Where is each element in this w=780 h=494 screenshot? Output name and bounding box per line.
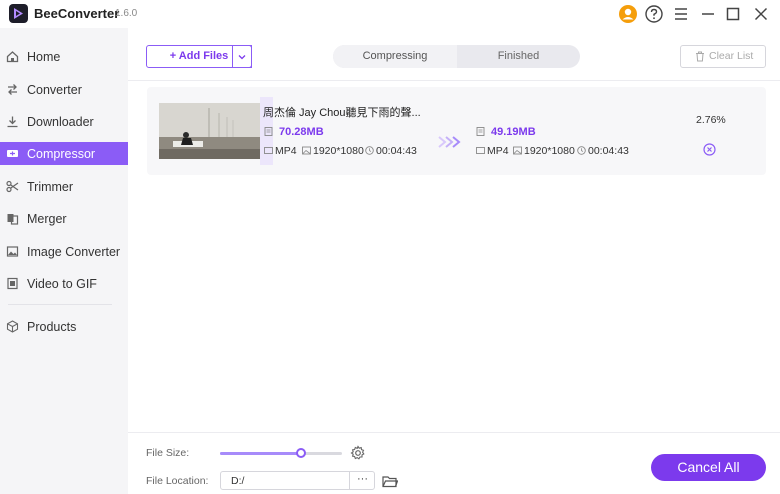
convert-arrow-icon bbox=[438, 136, 461, 148]
file-size-label: File Size: bbox=[146, 447, 190, 459]
gear-icon[interactable] bbox=[350, 445, 366, 461]
file-icon bbox=[264, 127, 273, 136]
user-icon[interactable] bbox=[618, 4, 638, 24]
sidebar: Home Converter Downloader Compressor Tri… bbox=[0, 28, 128, 494]
sidebar-item-compressor[interactable]: Compressor bbox=[0, 142, 128, 165]
sidebar-item-label: Downloader bbox=[27, 115, 94, 129]
menu-icon[interactable] bbox=[671, 4, 691, 24]
source-resolution: 1920*1080 bbox=[313, 145, 364, 157]
home-icon bbox=[6, 51, 19, 63]
file-location-value: D:/ bbox=[231, 475, 245, 487]
cube-icon bbox=[6, 320, 19, 333]
sidebar-item-home[interactable]: Home bbox=[0, 45, 128, 68]
add-files-label: + Add Files bbox=[169, 50, 229, 62]
output-format: MP4 bbox=[487, 145, 509, 157]
slider-handle[interactable] bbox=[295, 448, 306, 458]
add-files-dropdown[interactable] bbox=[232, 45, 252, 68]
sidebar-item-label: Trimmer bbox=[27, 180, 74, 194]
sidebar-divider bbox=[8, 304, 112, 305]
progress-percent: 2.76% bbox=[696, 114, 726, 126]
file-item-card: 周杰倫 Jay Chou聽見下雨的聲... 70.28MB MP4 1920*1… bbox=[147, 87, 766, 175]
cancel-all-button[interactable]: Cancel All bbox=[651, 454, 766, 481]
chevron-down-icon bbox=[238, 55, 246, 60]
download-icon bbox=[7, 116, 18, 128]
resolution-icon bbox=[302, 146, 311, 155]
minimize-icon[interactable] bbox=[698, 4, 718, 24]
folder-icon[interactable] bbox=[382, 474, 398, 488]
sidebar-item-merger[interactable]: Merger bbox=[0, 207, 128, 230]
file-title: 周杰倫 Jay Chou聽見下雨的聲... bbox=[263, 107, 421, 119]
sidebar-item-label: Home bbox=[27, 50, 61, 64]
trash-icon bbox=[696, 51, 704, 62]
cancel-item-icon[interactable] bbox=[703, 143, 716, 156]
clock-icon bbox=[365, 146, 374, 155]
tab-finished[interactable]: Finished bbox=[457, 45, 580, 68]
sidebar-item-video-to-gif[interactable]: Video to GIF bbox=[0, 272, 128, 295]
sidebar-item-label: Compressor bbox=[27, 147, 96, 161]
sidebar-item-label: Converter bbox=[27, 83, 82, 97]
app-version: 1.6.0 bbox=[115, 8, 138, 19]
toolbar-divider bbox=[128, 80, 780, 81]
help-icon[interactable] bbox=[644, 4, 664, 24]
sidebar-item-label: Video to GIF bbox=[27, 277, 97, 291]
clear-list-label: Clear List bbox=[709, 50, 754, 62]
merge-icon bbox=[7, 214, 19, 225]
sidebar-item-trimmer[interactable]: Trimmer bbox=[0, 175, 128, 198]
file-location-input[interactable]: D:/ ··· bbox=[220, 471, 375, 490]
app-window: BeeConverter 1.6.0 Home Converter Downlo… bbox=[0, 0, 780, 494]
sidebar-item-products[interactable]: Products bbox=[0, 315, 128, 338]
output-duration: 00:04:43 bbox=[588, 145, 629, 157]
sidebar-item-converter[interactable]: Converter bbox=[0, 78, 128, 101]
main-panel: + Add Files Compressing Finished Clear L… bbox=[128, 28, 780, 494]
maximize-icon[interactable] bbox=[723, 4, 743, 24]
image-icon bbox=[6, 246, 19, 257]
sidebar-item-label: Image Converter bbox=[27, 245, 121, 259]
sidebar-item-label: Merger bbox=[27, 212, 67, 226]
clear-list-button[interactable]: Clear List bbox=[680, 45, 766, 68]
gif-icon bbox=[7, 277, 18, 290]
app-name: BeeConverter bbox=[34, 6, 120, 21]
output-size: 49.19MB bbox=[491, 126, 536, 138]
file-location-label: File Location: bbox=[146, 475, 209, 487]
app-logo bbox=[9, 4, 28, 23]
clock-icon bbox=[577, 146, 586, 155]
browse-button[interactable]: ··· bbox=[349, 472, 375, 489]
source-duration: 00:04:43 bbox=[376, 145, 417, 157]
compress-icon bbox=[7, 150, 18, 157]
file-icon bbox=[476, 127, 485, 136]
tab-compressing[interactable]: Compressing bbox=[333, 45, 457, 68]
source-format: MP4 bbox=[275, 145, 297, 157]
convert-icon bbox=[8, 84, 17, 95]
resolution-icon bbox=[513, 146, 522, 155]
sidebar-item-image-converter[interactable]: Image Converter bbox=[0, 240, 128, 263]
output-resolution: 1920*1080 bbox=[524, 145, 575, 157]
sidebar-item-downloader[interactable]: Downloader bbox=[0, 110, 128, 133]
video-format-icon bbox=[264, 147, 273, 154]
bottom-divider bbox=[128, 432, 780, 433]
slider-fill bbox=[220, 452, 301, 455]
source-size: 70.28MB bbox=[279, 126, 324, 138]
title-bar: BeeConverter 1.6.0 bbox=[0, 0, 780, 28]
close-icon[interactable] bbox=[751, 4, 771, 24]
scissors-icon bbox=[6, 180, 19, 193]
file-size-slider[interactable] bbox=[220, 448, 342, 458]
video-thumbnail[interactable] bbox=[159, 103, 260, 159]
status-tabs: Compressing Finished bbox=[333, 45, 580, 68]
sidebar-item-label: Products bbox=[27, 320, 77, 334]
video-format-icon bbox=[476, 147, 485, 154]
